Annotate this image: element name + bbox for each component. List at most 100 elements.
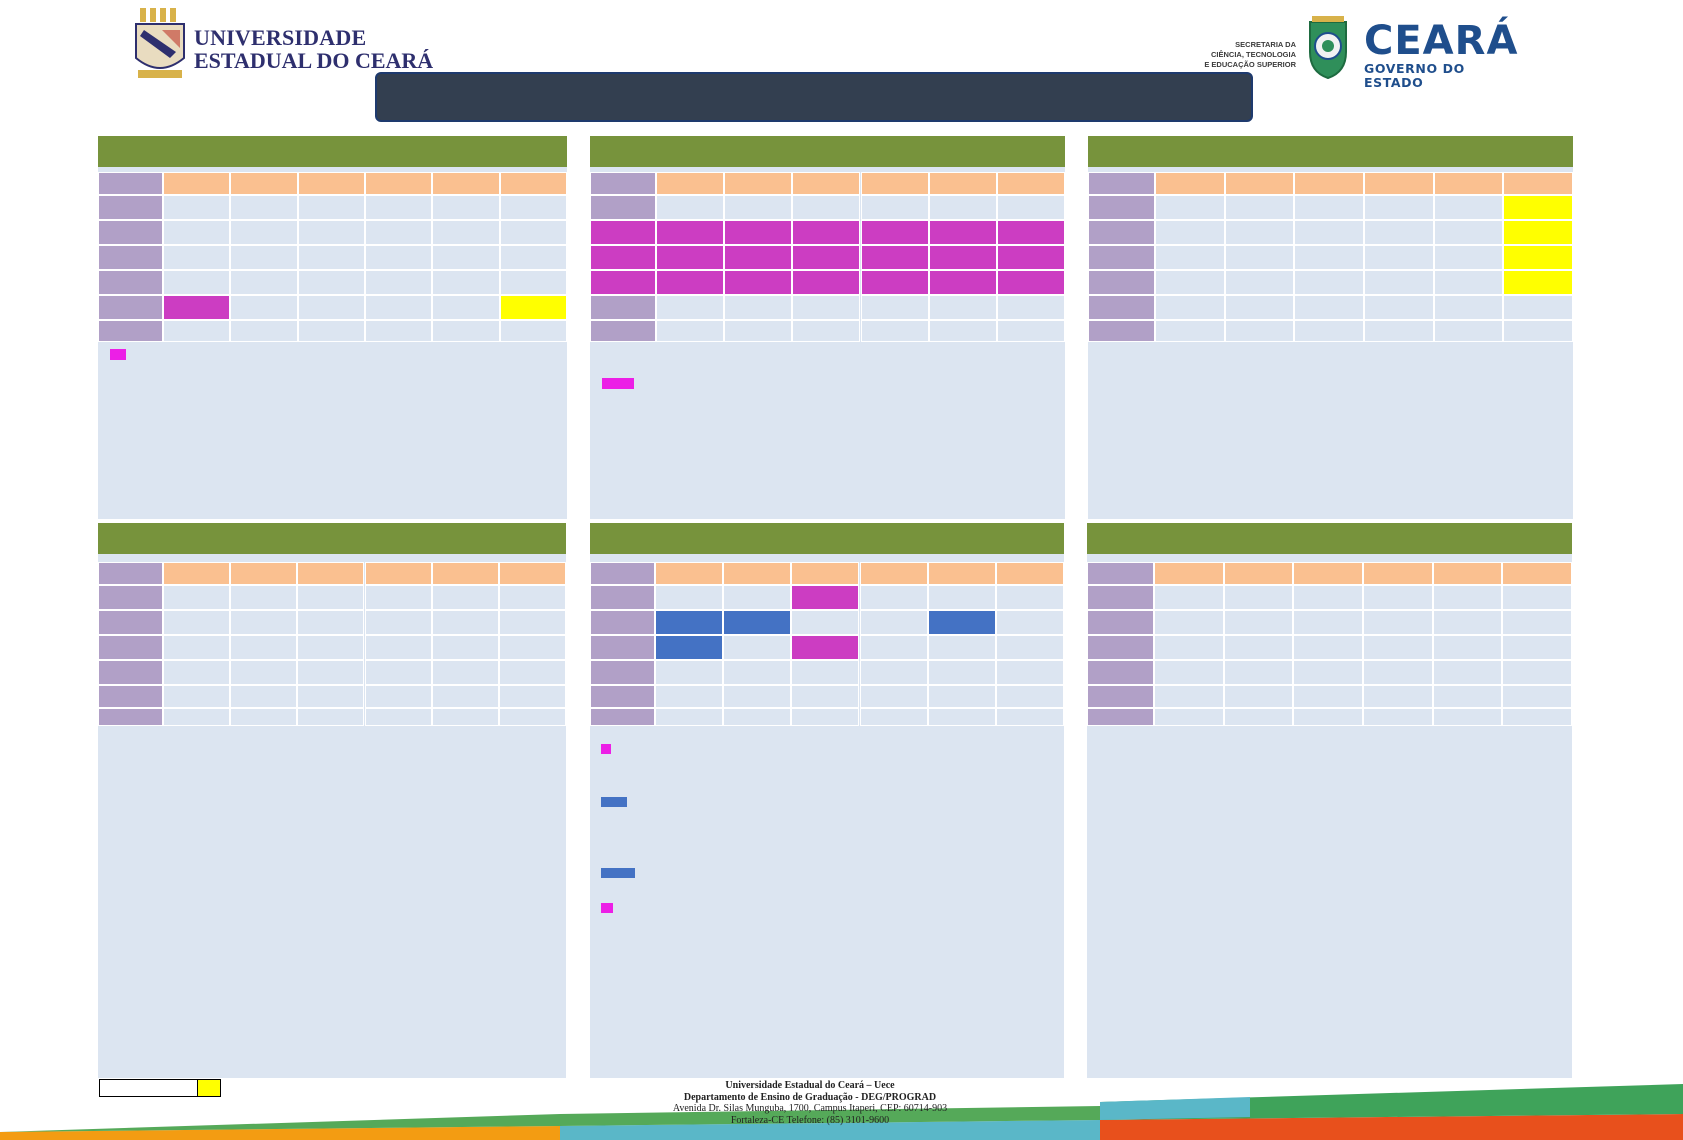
schedule-cell [163, 245, 231, 270]
day-column-header [499, 172, 567, 195]
schedule-cell [1224, 270, 1295, 295]
schedule-cell [1154, 585, 1224, 610]
schedule-cell [163, 660, 231, 685]
schedule-cell [791, 660, 860, 685]
schedule-cell [297, 245, 365, 270]
time-slot-header [590, 270, 656, 295]
schedule-cell [163, 610, 231, 635]
day-column-header [1154, 562, 1224, 585]
corner-header-cell [98, 172, 163, 195]
schedule-cell [365, 195, 433, 220]
schedule-cell [1364, 320, 1434, 342]
time-slot-header [1087, 685, 1154, 708]
day-column-header [1433, 172, 1504, 195]
schedule-cell [297, 195, 365, 220]
schedule-cell [163, 295, 231, 320]
schedule-cell [928, 295, 997, 320]
schedule-cell [364, 585, 432, 610]
schedule-cell [1293, 635, 1363, 660]
time-slot-header [98, 295, 163, 320]
schedule-cell [499, 195, 567, 220]
schedule-cell [1154, 610, 1224, 635]
state-name-title: CEARÁ [1364, 18, 1519, 64]
legend-swatch-magenta [601, 744, 611, 754]
day-column-header [656, 172, 725, 195]
schedule-cell [498, 660, 566, 685]
time-slot-header [1087, 635, 1154, 660]
schedule-cell [432, 295, 500, 320]
legend-swatch-magenta [110, 349, 126, 360]
schedule-cell [1223, 585, 1294, 610]
time-slot-header [1088, 320, 1155, 342]
schedule-cell [1155, 295, 1225, 320]
schedule-cell [431, 585, 499, 610]
schedule-cell [1433, 270, 1504, 295]
schedule-cell [655, 685, 724, 708]
schedule-cell [1294, 320, 1364, 342]
time-slot-header [1087, 708, 1154, 726]
footer-line3: Avenida Dr. Silas Munguba, 1700, Campus … [672, 1103, 948, 1114]
schedule-cell [297, 320, 365, 342]
schedule-cell [1224, 295, 1295, 320]
schedule-cell [996, 195, 1065, 220]
day-column-header [1224, 172, 1295, 195]
schedule-cell [656, 270, 725, 295]
schedule-cell [656, 295, 725, 320]
time-slot-header [98, 610, 163, 635]
schedule-cell [860, 270, 929, 295]
schedule-cell [1364, 295, 1434, 320]
schedule-cell [1154, 685, 1224, 708]
schedule-panel-2 [590, 136, 1065, 519]
time-slot-header [98, 660, 163, 685]
schedule-cell [230, 270, 298, 295]
secretaria-line1: SECRETARIA DA [1235, 40, 1296, 49]
ceara-coat-of-arms-icon [1309, 16, 1347, 80]
schedule-cell [498, 585, 566, 610]
schedule-cell [1364, 195, 1434, 220]
schedule-cell [792, 295, 861, 320]
footer-line4: Fortaleza-CE Telefone: (85) 3101-9600 [730, 1114, 890, 1126]
schedule-cell [724, 270, 793, 295]
schedule-cell [431, 610, 499, 635]
schedule-cell [230, 245, 298, 270]
schedule-cell [230, 708, 298, 726]
day-column-header [791, 562, 860, 585]
corner-header-cell [1088, 172, 1155, 195]
schedule-cell [1293, 708, 1363, 726]
schedule-cell [656, 195, 725, 220]
panel-header-bar [98, 523, 566, 554]
schedule-cell [928, 220, 997, 245]
schedule-cell [297, 220, 365, 245]
schedule-cell [1432, 610, 1503, 635]
schedule-cell [791, 685, 860, 708]
schedule-cell [1503, 220, 1573, 245]
schedule-cell [724, 295, 793, 320]
schedule-cell [297, 660, 365, 685]
schedule-cell [996, 270, 1065, 295]
time-slot-header [1088, 295, 1155, 320]
schedule-cell [1503, 270, 1573, 295]
schedule-cell [1154, 635, 1224, 660]
schedule-cell [656, 245, 725, 270]
schedule-cell [996, 220, 1065, 245]
schedule-cell [163, 585, 231, 610]
schedule-cell [927, 585, 996, 610]
schedule-cell [230, 220, 298, 245]
schedule-cell [859, 708, 928, 726]
schedule-cell [498, 685, 566, 708]
schedule-cell [860, 295, 929, 320]
schedule-cell [927, 660, 996, 685]
schedule-cell [1364, 245, 1434, 270]
schedule-cell [1155, 195, 1225, 220]
day-column-header [1503, 172, 1573, 195]
time-slot-header [590, 660, 655, 685]
day-column-header [432, 172, 500, 195]
day-column-header [1432, 562, 1503, 585]
time-slot-header [590, 708, 655, 726]
schedule-cell [364, 685, 432, 708]
schedule-cell [860, 320, 929, 342]
schedule-cell [364, 708, 432, 726]
schedule-cell [1293, 660, 1363, 685]
schedule-cell [1294, 295, 1364, 320]
schedule-cell [1503, 195, 1573, 220]
